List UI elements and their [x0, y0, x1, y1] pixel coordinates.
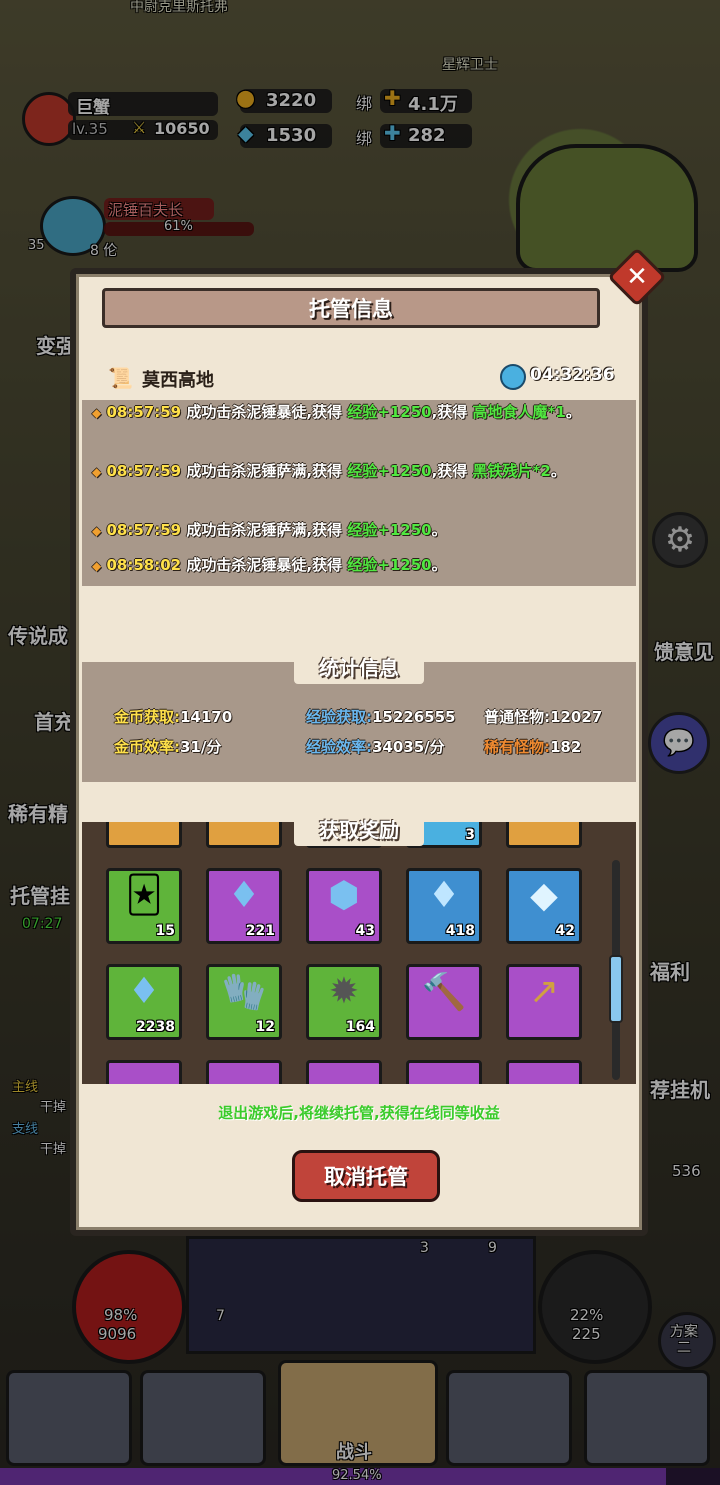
spiked-armor-icon: ✹ — [328, 971, 360, 1012]
reward-item[interactable]: ✹ 164 — [306, 964, 382, 1040]
reward-item[interactable] — [406, 1060, 482, 1084]
log-time: 08:58:02 — [106, 556, 182, 574]
reward-item[interactable] — [506, 1060, 582, 1084]
reward-count: 42 — [555, 923, 575, 939]
reward-item[interactable]: ↗ — [506, 964, 582, 1040]
reward-count: 15 — [155, 923, 175, 939]
log-item: 黑铁残片*2 — [472, 462, 551, 480]
gold-get-label: 金币获取: — [114, 708, 180, 726]
log-mid: ,获得 — [431, 403, 468, 421]
log-entry: ◆ 08:57:59 成功击杀泥锤萨满,获得 经验+1250,获得 黑铁残片*2… — [92, 458, 602, 485]
log-end: 。 — [550, 462, 566, 480]
gold-rate-value: 31/分 — [180, 738, 222, 756]
gold-get-value: 14170 — [180, 708, 233, 726]
reward-item[interactable] — [306, 1060, 382, 1084]
rewards-scroll-thumb[interactable] — [609, 955, 623, 1023]
reward-item[interactable]: ♦ 2238 — [106, 964, 182, 1040]
rewards-title: 获取奖励 — [294, 810, 424, 846]
reward-item[interactable]: ♦ 418 — [406, 868, 482, 944]
normal-monster-value: 12027 — [550, 708, 603, 726]
log-time: 08:57:59 — [106, 521, 182, 539]
dialog-title: 托管信息 — [102, 288, 600, 328]
reward-item[interactable]: 🃏 15 — [106, 868, 182, 944]
log-entry: ◆ 08:58:02 成功击杀泥锤暴徒,获得 经验+1250。 — [92, 552, 602, 579]
dialog-timer: 04:32:36 — [530, 365, 615, 385]
cancel-auto-button[interactable]: 取消托管 — [292, 1150, 440, 1202]
reward-count: 3 — [465, 827, 475, 843]
log-mid: ,获得 — [431, 462, 468, 480]
reward-count: 2238 — [136, 1019, 175, 1035]
reward-count: 12 — [255, 1019, 275, 1035]
log-time: 08:57:59 — [106, 403, 182, 421]
close-icon: ✕ — [626, 262, 648, 292]
rare-monster-value: 182 — [550, 738, 582, 756]
log-end: 。 — [431, 521, 447, 539]
log-exp: 经验+1250 — [347, 462, 432, 480]
rare-monster-label: 稀有怪物: — [484, 738, 550, 756]
crystal-icon: ♦ — [227, 875, 261, 916]
mace-icon: 🔨 — [421, 972, 467, 1013]
log-entry: ◆ 08:57:59 成功击杀泥锤暴徒,获得 经验+1250,获得 高地食人魔*… — [92, 399, 602, 426]
exp-rate-label: 经验效率: — [306, 738, 372, 756]
cloth-icon: 🧤 — [221, 972, 267, 1013]
log-exp: 经验+1250 — [347, 521, 432, 539]
log-end: 。 — [431, 556, 447, 574]
reward-item[interactable]: 🔨 — [406, 964, 482, 1040]
crystal-icon: ♦ — [427, 875, 461, 916]
reward-item[interactable] — [206, 1060, 282, 1084]
reward-item[interactable] — [506, 822, 582, 848]
gem-icon: ◆ — [530, 875, 558, 916]
diamond-bullet-icon: ◆ — [92, 465, 102, 479]
stats-title: 统计信息 — [294, 648, 424, 684]
reward-item[interactable] — [106, 1060, 182, 1084]
reward-item[interactable]: ◆ 42 — [506, 868, 582, 944]
log-text: 成功击杀泥锤暴徒,获得 — [186, 556, 343, 574]
reward-count: 418 — [445, 923, 475, 939]
reward-item[interactable]: 🧤 12 — [206, 964, 282, 1040]
log-item: 高地食人魔*1 — [472, 403, 566, 421]
log-end: 。 — [565, 403, 581, 421]
ore-icon: ⬢ — [328, 875, 360, 916]
rewards-grid[interactable]: 3 🃏 15 ♦ 221 ⬢ 43 ♦ 418 ◆ 42 ♦ 2238 🧤 12 ✹ 164 🔨… — [82, 822, 636, 1084]
diamond-bullet-icon: ◆ — [92, 524, 102, 538]
reward-item[interactable] — [206, 822, 282, 848]
diamond-bullet-icon: ◆ — [92, 559, 102, 573]
exp-get-value: 15226555 — [372, 708, 456, 726]
log-text: 成功击杀泥锤暴徒,获得 — [186, 403, 343, 421]
log-text: 成功击杀泥锤萨满,获得 — [186, 462, 343, 480]
reward-item[interactable]: ♦ 221 — [206, 868, 282, 944]
offline-note: 退出游戏后,将继续托管,获得在线同等收益 — [218, 1104, 500, 1122]
gold-rate-label: 金币效率: — [114, 738, 180, 756]
monster-card-icon: 🃏 — [125, 875, 163, 916]
map-scroll-icon: 📜 — [108, 366, 133, 390]
normal-monster-label: 普通怪物: — [484, 708, 550, 726]
spear-icon: ↗ — [528, 971, 560, 1012]
reward-count: 221 — [245, 923, 275, 939]
log-entry: ◆ 08:57:59 成功击杀泥锤萨满,获得 经验+1250。 — [92, 517, 602, 544]
reward-item[interactable] — [106, 822, 182, 848]
reward-count: 43 — [355, 923, 375, 939]
diamond-bullet-icon: ◆ — [92, 406, 102, 420]
log-time: 08:57:59 — [106, 462, 182, 480]
log-text: 成功击杀泥锤萨满,获得 — [186, 521, 343, 539]
exp-rate-value: 34035/分 — [372, 738, 445, 756]
reward-item[interactable]: ⬢ 43 — [306, 868, 382, 944]
log-exp: 经验+1250 — [347, 556, 432, 574]
crystal-icon: ♦ — [127, 971, 161, 1012]
exp-get-label: 经验获取: — [306, 708, 372, 726]
map-name: 莫西高地 — [142, 370, 214, 391]
log-exp: 经验+1250 — [347, 403, 432, 421]
clock-icon — [500, 364, 526, 390]
reward-count: 164 — [345, 1019, 375, 1035]
